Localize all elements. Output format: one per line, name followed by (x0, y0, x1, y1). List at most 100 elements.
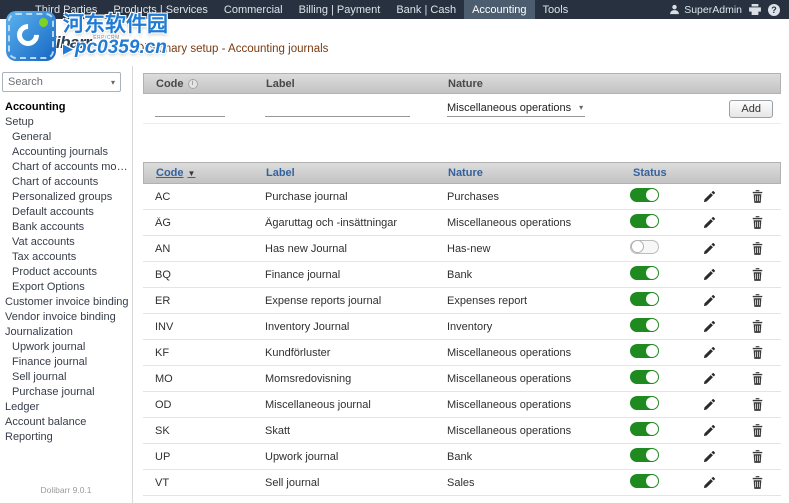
status-toggle[interactable] (630, 422, 659, 436)
sidebar-item-purchase-journal[interactable]: Purchase journal (0, 385, 132, 400)
sidebar-item-finance-journal[interactable]: Finance journal (0, 355, 132, 370)
status-toggle[interactable] (630, 266, 659, 280)
journal-label: Upwork journal (253, 451, 435, 463)
table-row: KF Kundförluster Miscellaneous operation… (143, 340, 781, 366)
code-input[interactable] (155, 101, 225, 117)
pencil-icon (703, 346, 716, 359)
pencil-icon (703, 216, 716, 229)
sidebar-item-reporting[interactable]: Reporting (0, 430, 132, 445)
print-button[interactable] (749, 4, 761, 15)
sidebar-item-tax-accounts[interactable]: Tax accounts (0, 250, 132, 265)
topnav-item-accounting[interactable]: Accounting (464, 0, 534, 19)
chevron-down-icon: ▾ (111, 78, 115, 87)
user-menu[interactable]: SuperAdmin (669, 4, 742, 16)
edit-button[interactable] (703, 268, 716, 281)
journal-nature: Miscellaneous operations (435, 399, 620, 411)
help-button[interactable]: ? (768, 4, 780, 16)
watermark-site-name: 河东软件园 (63, 13, 168, 37)
sidebar-menu: AccountingSetupGeneralAccounting journal… (0, 100, 132, 445)
status-toggle[interactable] (630, 318, 659, 332)
top-right-tools: SuperAdmin ? (669, 0, 789, 19)
sidebar-item-setup[interactable]: Setup (0, 115, 132, 130)
delete-button[interactable] (752, 216, 763, 229)
journal-nature: Purchases (435, 191, 620, 203)
topnav-item-bank-cash[interactable]: Bank | Cash (388, 0, 464, 19)
status-toggle[interactable] (630, 292, 659, 306)
sidebar-item-journalization[interactable]: Journalization (0, 325, 132, 340)
delete-button[interactable] (752, 346, 763, 359)
delete-button[interactable] (752, 242, 763, 255)
delete-button[interactable] (752, 450, 763, 463)
table-row: ER Expense reports journal Expenses repo… (143, 288, 781, 314)
sidebar-item-chart-of-accounts-models[interactable]: Chart of accounts models (0, 160, 132, 175)
edit-button[interactable] (703, 242, 716, 255)
edit-button[interactable] (703, 372, 716, 385)
status-toggle[interactable] (630, 214, 659, 228)
trash-icon (752, 242, 763, 255)
delete-button[interactable] (752, 476, 763, 489)
sidebar-item-account-balance[interactable]: Account balance (0, 415, 132, 430)
sidebar-item-vat-accounts[interactable]: Vat accounts (0, 235, 132, 250)
add-button[interactable]: Add (729, 100, 773, 118)
sidebar-item-vendor-invoice-binding[interactable]: Vendor invoice binding (0, 310, 132, 325)
status-toggle[interactable] (630, 474, 659, 488)
sidebar-item-ledger[interactable]: Ledger (0, 400, 132, 415)
topnav-item-commercial[interactable]: Commercial (216, 0, 291, 19)
sidebar-item-general[interactable]: General (0, 130, 132, 145)
trash-icon (752, 476, 763, 489)
edit-button[interactable] (703, 450, 716, 463)
topnav-item-billing-payment[interactable]: Billing | Payment (291, 0, 389, 19)
status-toggle[interactable] (630, 240, 659, 254)
sidebar-item-sell-journal[interactable]: Sell journal (0, 370, 132, 385)
delete-button[interactable] (752, 398, 763, 411)
trash-icon (752, 190, 763, 203)
journal-label: Ägaruttag och -insättningar (253, 217, 435, 229)
sidebar-item-personalized-groups[interactable]: Personalized groups (0, 190, 132, 205)
sidebar-item-accounting-journals[interactable]: Accounting journals (0, 145, 132, 160)
journal-label: Sell journal (253, 477, 435, 489)
sidebar-item-default-accounts[interactable]: Default accounts (0, 205, 132, 220)
status-toggle[interactable] (630, 370, 659, 384)
sidebar-item-upwork-journal[interactable]: Upwork journal (0, 340, 132, 355)
search-dropdown[interactable]: Search ▾ (2, 72, 121, 92)
edit-button[interactable] (703, 294, 716, 307)
delete-button[interactable] (752, 190, 763, 203)
edit-button[interactable] (703, 190, 716, 203)
delete-button[interactable] (752, 372, 763, 385)
status-toggle[interactable] (630, 396, 659, 410)
journal-code: AN (143, 243, 253, 255)
delete-button[interactable] (752, 294, 763, 307)
sort-by-code-link[interactable]: Code ▼ (144, 167, 254, 179)
delete-button[interactable] (752, 268, 763, 281)
topnav-item-tools[interactable]: Tools (535, 0, 577, 19)
status-toggle[interactable] (630, 188, 659, 202)
sidebar-item-bank-accounts[interactable]: Bank accounts (0, 220, 132, 235)
journal-nature: Has-new (435, 243, 620, 255)
journal-label: Finance journal (253, 269, 435, 281)
edit-button[interactable] (703, 398, 716, 411)
version-label: Dolibarr 9.0.1 (0, 485, 132, 495)
status-toggle[interactable] (630, 448, 659, 462)
sidebar-item-accounting[interactable]: Accounting (0, 100, 132, 115)
journal-code: UP (143, 451, 253, 463)
user-name: SuperAdmin (684, 4, 742, 16)
sidebar-item-customer-invoice-binding[interactable]: Customer invoice binding (0, 295, 132, 310)
edit-button[interactable] (703, 320, 716, 333)
sort-by-label-link[interactable]: Label (254, 167, 436, 179)
label-input[interactable] (265, 101, 410, 117)
edit-button[interactable] (703, 216, 716, 229)
sort-by-nature-link[interactable]: Nature (436, 167, 621, 179)
sidebar-item-product-accounts[interactable]: Product accounts (0, 265, 132, 280)
sidebar-item-chart-of-accounts[interactable]: Chart of accounts (0, 175, 132, 190)
status-toggle[interactable] (630, 344, 659, 358)
sidebar-item-export-options[interactable]: Export Options (0, 280, 132, 295)
journal-code: VT (143, 477, 253, 489)
nature-select[interactable]: Miscellaneous operations ▾ (447, 101, 585, 117)
trash-icon (752, 424, 763, 437)
edit-button[interactable] (703, 346, 716, 359)
edit-button[interactable] (703, 424, 716, 437)
edit-button[interactable] (703, 476, 716, 489)
delete-button[interactable] (752, 320, 763, 333)
delete-button[interactable] (752, 424, 763, 437)
form-header-nature: Nature (436, 78, 686, 90)
